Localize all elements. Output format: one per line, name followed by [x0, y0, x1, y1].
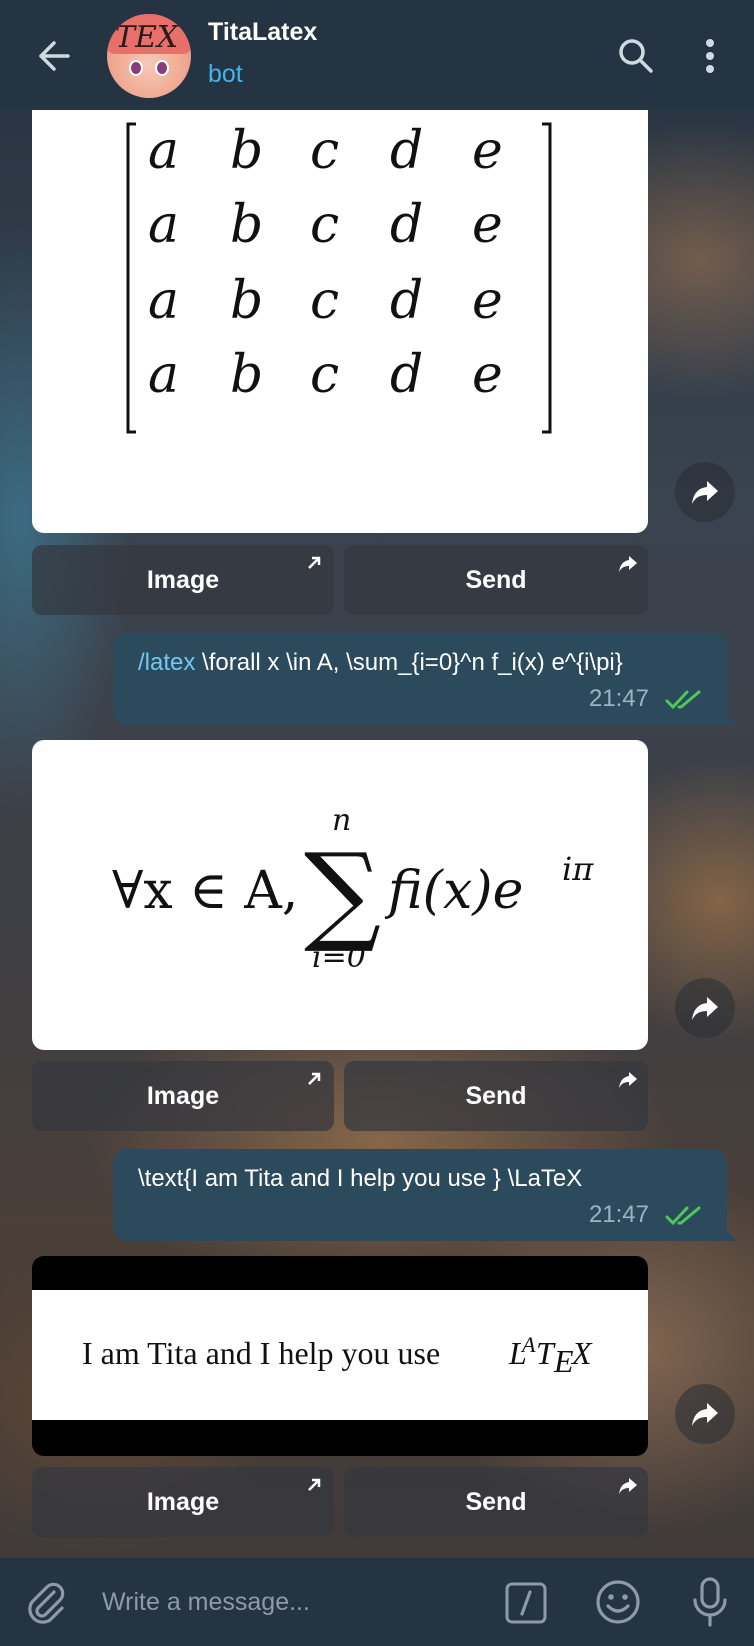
chat-title[interactable]: TitaLatex — [208, 18, 317, 47]
svg-text:T: T — [536, 1335, 556, 1371]
latex-image-matrix[interactable]: abcdeabcdeabcdeabcde — [32, 110, 648, 533]
forward-button[interactable] — [675, 978, 735, 1038]
chat-header: TEX TitaLatex bot — [0, 0, 754, 110]
message-composer — [0, 1558, 754, 1646]
message-input[interactable] — [102, 1580, 482, 1624]
search-button[interactable] — [616, 36, 656, 76]
image-button[interactable]: Image — [32, 1467, 334, 1537]
send-button[interactable]: Send — [344, 545, 648, 615]
sum-symbol: ∑ — [304, 831, 381, 956]
message-time: 21:47 — [588, 1201, 649, 1228]
matrix-cell: d — [390, 271, 423, 331]
matrix-cell: c — [310, 195, 339, 255]
matrix-cell: b — [230, 121, 263, 181]
bot-avatar[interactable]: TEX — [107, 14, 191, 98]
forward-button[interactable] — [675, 1384, 735, 1444]
image-button[interactable]: Image — [32, 1061, 334, 1131]
matrix-cell: d — [390, 195, 423, 255]
message-text: /latex \forall x \in A, \sum_{i=0}^n f_i… — [138, 649, 623, 676]
matrix-cell: e — [472, 121, 503, 181]
formula-sum-lower: i=0 — [312, 940, 366, 975]
image-button[interactable]: Image — [32, 545, 334, 615]
more-menu-button[interactable] — [698, 36, 722, 76]
matrix-cell: b — [230, 271, 263, 331]
search-icon — [619, 39, 653, 73]
matrix-cell: a — [148, 271, 179, 331]
matrix-cell: c — [310, 121, 339, 181]
latex-image-formula[interactable]: ∀x ∈ A, n ∑ i=0 fi(x)e iπ — [32, 740, 648, 1050]
matrix-cell: b — [230, 345, 263, 405]
matrix-cell: a — [148, 195, 179, 255]
microphone-icon — [693, 1577, 727, 1627]
svg-text:E: E — [553, 1343, 574, 1379]
external-link-icon — [308, 556, 321, 569]
formula-render: ∀x ∈ A, n ∑ i=0 fi(x)e iπ — [112, 803, 594, 975]
attach-button[interactable] — [24, 1580, 68, 1624]
forward-icon — [692, 481, 718, 504]
more-vertical-icon — [706, 39, 714, 73]
command-icon — [505, 1582, 547, 1624]
svg-text:X: X — [570, 1335, 593, 1371]
forward-button[interactable] — [675, 462, 735, 522]
matrix-cell: c — [310, 345, 339, 405]
attach-icon — [28, 1582, 65, 1624]
share-icon — [619, 1478, 637, 1494]
message-text: \text{I am Tita and I help you use } \La… — [138, 1165, 583, 1192]
formula-exponent: iπ — [562, 850, 594, 888]
back-arrow-icon — [39, 41, 70, 71]
latex-image-text[interactable]: I am Tita and I help you use L A T E X — [32, 1256, 648, 1456]
matrix-cell: d — [390, 345, 423, 405]
send-button[interactable]: Send — [344, 1061, 648, 1131]
voice-record-button[interactable] — [690, 1576, 730, 1628]
matrix-cell: e — [472, 271, 503, 331]
matrix-cell: a — [148, 121, 179, 181]
matrix-cell: a — [148, 345, 179, 405]
tex-logo: TEX — [115, 20, 179, 55]
share-icon — [619, 556, 637, 572]
matrix-cell: b — [230, 195, 263, 255]
message-time: 21:47 — [588, 685, 649, 712]
rendered-sentence: I am Tita and I help you use — [82, 1335, 440, 1371]
external-link-icon — [308, 1478, 321, 1491]
forward-icon — [692, 997, 718, 1020]
text-render: I am Tita and I help you use L A T E X — [32, 1290, 648, 1420]
matrix-cell: e — [472, 345, 503, 405]
double-check-icon — [665, 1206, 701, 1226]
external-link-icon — [308, 1072, 321, 1085]
emoji-icon — [596, 1580, 640, 1624]
matrix-cell: c — [310, 271, 339, 331]
matrix-cell: e — [472, 195, 503, 255]
svg-text:A: A — [520, 1332, 536, 1357]
chat-subtitle: bot — [208, 60, 243, 88]
forward-icon — [692, 1403, 718, 1426]
matrix-cell: d — [390, 121, 423, 181]
bot-commands-button[interactable] — [505, 1582, 547, 1624]
bot-command-link[interactable]: /latex — [138, 649, 195, 676]
double-check-icon — [665, 690, 701, 710]
outgoing-message[interactable]: /latex \forall x \in A, \sum_{i=0}^n f_i… — [113, 633, 737, 725]
formula-forall: ∀x ∈ A, — [112, 861, 298, 921]
outgoing-message[interactable]: \text{I am Tita and I help you use } \La… — [113, 1149, 737, 1241]
emoji-button[interactable] — [594, 1578, 642, 1626]
back-button[interactable] — [34, 36, 74, 76]
share-icon — [619, 1072, 637, 1088]
matrix-render: a b c d ea b c d ea b c d ea b c d e — [126, 121, 552, 434]
formula-body: fi(x)e — [384, 861, 523, 921]
send-button[interactable]: Send — [344, 1467, 648, 1537]
